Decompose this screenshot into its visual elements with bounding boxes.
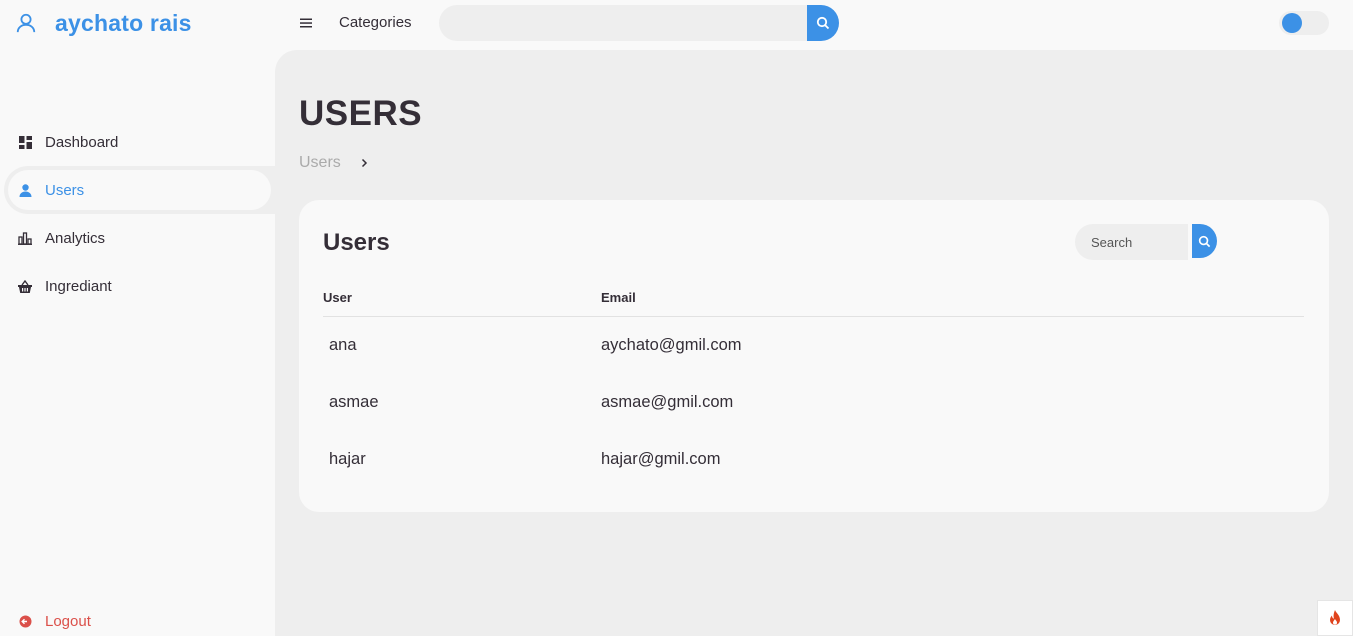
user-icon [18,183,32,197]
logout-icon [18,615,32,629]
cell-email: hajar@gmil.com [601,450,721,468]
basket-icon [18,279,32,293]
cell-user: hajar [329,450,366,468]
sidebar-item-label: Ingrediant [45,277,112,295]
users-card: Users User Email ana aychato@gmil.com [299,200,1329,512]
menu-icon[interactable] [300,16,314,30]
grid-icon [18,135,32,149]
table-row: ana aychato@gmil.com [323,316,1304,374]
flame-icon [1330,610,1340,625]
column-header-email: Email [601,280,1304,317]
sidebar-item-label: Users [45,181,85,199]
logout-label: Logout [45,613,91,630]
top-nav: Categories [275,0,1353,50]
categories-link[interactable]: Categories [339,14,412,31]
cell-email: aychato@gmil.com [601,335,742,354]
active-pill: Users [8,170,271,210]
chevron-right-icon [361,157,371,169]
search-input[interactable] [439,5,809,41]
top-search [439,5,839,41]
sidebar: aychato rais Dashboard Users Analytics I… [0,0,275,636]
cell-email: asmae@gmil.com [601,393,734,411]
cell-user: ana [329,335,357,354]
brand-name: aychato rais [55,9,192,36]
search-icon [1198,235,1211,247]
bar-chart-icon [18,231,32,245]
sidebar-item-ingrediant[interactable]: Ingrediant [0,262,275,310]
main-content: USERS Users Users User Email ana [275,50,1353,636]
users-table: User Email ana aychato@gmil.com asmae as… [323,280,1304,488]
user-outline-icon [14,11,38,35]
cell-user: asmae [329,393,379,411]
table-search [1075,224,1217,260]
flame-badge[interactable] [1317,600,1353,636]
column-header-user: User [323,280,601,317]
sidebar-item-users[interactable]: Users [4,166,275,214]
breadcrumb: Users [299,154,371,172]
sidebar-item-label: Dashboard [45,133,119,151]
sidebar-item-label: Analytics [45,229,106,247]
card-title: Users [323,229,390,256]
sidebar-item-analytics[interactable]: Analytics [0,214,275,262]
table-row: hajar hajar@gmil.com [323,431,1304,488]
table-header-row: User Email [323,280,1304,317]
breadcrumb-users[interactable]: Users [299,154,341,172]
page-title: USERS [299,94,423,133]
side-menu: Dashboard Users Analytics Ingrediant [0,118,275,310]
brand[interactable]: aychato rais [14,8,192,38]
logout-button[interactable]: Logout [18,613,91,630]
sidebar-item-dashboard[interactable]: Dashboard [0,118,275,166]
table-search-input[interactable] [1075,224,1188,260]
toggle-knob [1282,13,1302,33]
table-search-button[interactable] [1192,224,1217,258]
search-button[interactable] [807,5,839,41]
search-icon [816,16,830,30]
table-row: asmae asmae@gmil.com [323,374,1304,431]
theme-toggle[interactable] [1279,11,1329,35]
